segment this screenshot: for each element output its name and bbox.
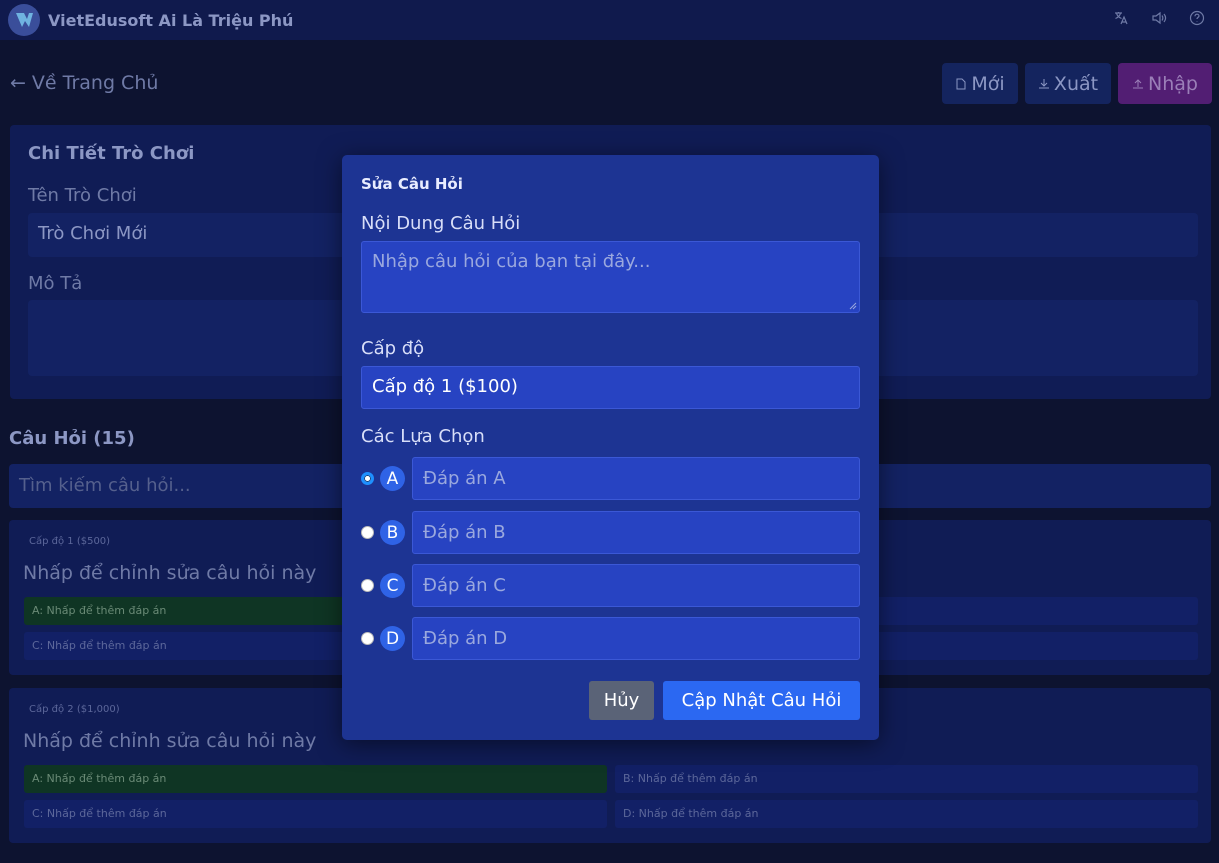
option-a-radio[interactable] bbox=[361, 472, 374, 485]
option-d-letter: D bbox=[380, 626, 405, 651]
option-row-c: C Đáp án C bbox=[361, 564, 860, 607]
option-row-a: A Đáp án A bbox=[361, 457, 860, 500]
question-content-textarea[interactable]: Nhập câu hỏi của bạn tại đây... bbox=[361, 241, 860, 313]
option-b-input[interactable]: Đáp án B bbox=[412, 511, 860, 554]
level-select[interactable]: Cấp độ 1 ($100) bbox=[361, 366, 860, 409]
option-a-input[interactable]: Đáp án A bbox=[412, 457, 860, 500]
cancel-button[interactable]: Hủy bbox=[589, 681, 654, 720]
option-d-radio[interactable] bbox=[361, 632, 374, 645]
option-c-input[interactable]: Đáp án C bbox=[412, 564, 860, 607]
modal-title: Sửa Câu Hỏi bbox=[361, 175, 463, 193]
resize-grip-icon[interactable] bbox=[849, 302, 857, 310]
option-b-radio[interactable] bbox=[361, 526, 374, 539]
question-content-label: Nội Dung Câu Hỏi bbox=[361, 213, 521, 234]
edit-question-modal: Sửa Câu Hỏi Nội Dung Câu Hỏi Nhập câu hỏ… bbox=[342, 155, 879, 740]
level-label: Cấp độ bbox=[361, 338, 425, 359]
option-b-letter: B bbox=[380, 520, 405, 545]
update-question-button[interactable]: Cập Nhật Câu Hỏi bbox=[663, 681, 860, 720]
option-c-letter: C bbox=[380, 573, 405, 598]
option-row-b: B Đáp án B bbox=[361, 511, 860, 554]
options-label: Các Lựa Chọn bbox=[361, 426, 485, 447]
option-c-radio[interactable] bbox=[361, 579, 374, 592]
option-row-d: D Đáp án D bbox=[361, 617, 860, 660]
option-a-letter: A bbox=[380, 466, 405, 491]
option-d-input[interactable]: Đáp án D bbox=[412, 617, 860, 660]
question-content-placeholder: Nhập câu hỏi của bạn tại đây... bbox=[372, 251, 651, 272]
